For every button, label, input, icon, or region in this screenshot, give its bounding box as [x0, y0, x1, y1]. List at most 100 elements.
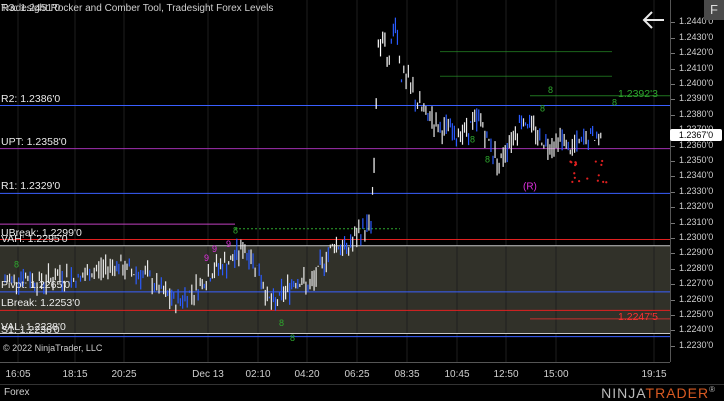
price-tick-mark — [671, 83, 675, 85]
price-tick-label: 1.2290'0 — [679, 247, 714, 258]
signal-marker: 9 — [226, 239, 231, 249]
level-label: S1: 1.2236'0 — [1, 323, 60, 336]
signal-marker: 8 — [470, 134, 475, 144]
signal-marker: 8 — [612, 98, 617, 108]
time-tick-label: 04:20 — [294, 369, 320, 380]
chart-window: 8 8 8 8 8 8 8 8 8 9 9 9 (R) Tradesight Rocker and Co… — [0, 0, 724, 401]
back-arrow-icon[interactable] — [640, 8, 666, 32]
level-label: R2: 1.2386'0 — [1, 92, 61, 105]
price-tick-mark — [671, 68, 675, 70]
signal-marker: 8 — [233, 225, 238, 235]
signal-marker: 8 — [548, 85, 553, 95]
signal-marker: 8 — [279, 318, 284, 328]
price-tick-mark — [671, 160, 675, 162]
time-tick-label: 18:15 — [62, 369, 88, 380]
price-tick-mark — [671, 330, 675, 332]
brand-suffix: TRADER — [645, 385, 710, 401]
signal-dot — [600, 163, 603, 166]
signal-dot — [571, 180, 574, 183]
signal-marker: 9 — [204, 253, 209, 263]
time-tick-label: 20:25 — [111, 369, 137, 380]
target-label: 1.2392'3 — [618, 87, 658, 100]
signal-dot — [586, 177, 589, 180]
price-tick-label: 1.2350'0 — [679, 154, 714, 165]
price-tick-mark — [671, 299, 675, 301]
instrument-tab[interactable]: Forex — [4, 387, 30, 398]
level-label: UPT: 1.2358'0 — [1, 135, 67, 148]
price-tick-label: 1.2340'0 — [679, 170, 714, 181]
price-tick-mark — [671, 345, 675, 347]
price-tick-label: 1.2230'0 — [679, 339, 714, 350]
signal-marker: 9 — [212, 244, 217, 254]
signal-marker: 8 — [540, 104, 545, 114]
brand-prefix: NINJA — [601, 385, 646, 401]
r3-level-label: R3: 1.2451'0 — [1, 2, 61, 14]
price-tick-mark — [671, 238, 675, 239]
price-tick-label: 1.2400'0 — [679, 77, 714, 88]
level-label: LBreak: 1.2253'0 — [1, 297, 81, 310]
price-tick-mark — [671, 268, 675, 270]
chart-plot-area[interactable]: 8 8 8 8 8 8 8 8 8 9 9 9 (R) Tradesight Rocker and Co… — [0, 0, 670, 362]
price-tick-mark — [671, 191, 675, 193]
level-label: R1: 1.2329'0 — [1, 180, 61, 193]
price-tick-mark — [671, 53, 675, 55]
signal-dot — [605, 181, 608, 184]
price-tick-mark — [671, 176, 675, 178]
signal-dot — [578, 180, 581, 183]
signal-marker: 8 — [14, 259, 19, 269]
time-axis[interactable]: 16:05 18:15 20:25 Dec 13 02:10 04:20 06:25 08:3… — [0, 362, 670, 385]
price-tick-mark — [671, 99, 675, 101]
time-tick-label: Dec 13 — [192, 369, 224, 380]
price-tick-mark — [671, 207, 675, 209]
price-chart-svg[interactable]: 88888888899 9(R) — [0, 0, 670, 362]
target-label: 1.2247'5 — [618, 310, 658, 323]
signal-dot — [574, 161, 577, 164]
price-tick-label: 1.2410'0 — [679, 62, 714, 73]
time-tick-label: 10:45 — [444, 369, 470, 380]
signal-dot — [601, 159, 604, 163]
signal-dot — [573, 172, 576, 175]
price-tick-label: 1.2320'0 — [679, 201, 714, 212]
time-tick-label: 06:25 — [344, 369, 370, 380]
signal-dot — [574, 163, 577, 167]
signal-marker: 8 — [485, 155, 490, 165]
current-price-marker: 1.2367'0 — [670, 128, 722, 141]
time-tick-label: 12:50 — [493, 369, 519, 380]
price-tick-label: 1.2250'0 — [679, 309, 714, 320]
price-tick-label: 1.2380'0 — [679, 108, 714, 119]
price-tick-mark — [671, 284, 675, 286]
price-tick-mark — [671, 22, 675, 24]
price-tick-mark — [671, 145, 675, 147]
time-tick-label: 15:00 — [543, 369, 569, 380]
time-tick-label: 16:05 — [5, 369, 31, 380]
signal-dot — [602, 180, 605, 183]
price-tick-label: 1.2330'0 — [679, 185, 714, 196]
ninjatrader-logo: NINJATRADER® — [601, 385, 716, 401]
level-label: Pivot: 1.2265'0 — [1, 278, 71, 291]
price-tick-label: 1.2280'0 — [679, 262, 714, 273]
price-tick-label: 1.2300'0 — [679, 232, 714, 242]
signal-dot — [594, 160, 597, 163]
signal-marker: 8 — [290, 333, 295, 343]
price-tick-mark — [671, 37, 675, 39]
time-tick-label: 02:10 — [245, 369, 271, 380]
price-tick-label: 1.2430'0 — [679, 31, 714, 42]
signal-dot — [573, 176, 576, 179]
r-marker: (R) — [523, 181, 537, 192]
price-tick-label: 1.2420'0 — [679, 47, 714, 58]
level-label: VAH: 1.2295'0 — [1, 232, 68, 245]
price-tick-mark — [671, 315, 675, 317]
price-tick-label: 1.2260'0 — [679, 293, 714, 304]
brand-mark: ® — [709, 385, 716, 394]
f-button[interactable]: F — [704, 0, 724, 20]
time-tick-label: 19:15 — [641, 369, 667, 380]
copyright-text: © 2022 NinjaTrader, LLC — [3, 343, 103, 353]
price-tick-mark — [671, 114, 675, 116]
price-axis[interactable]: 1.2440'0 1.2430'0 1.2420'0 1.2410'0 1.2400'0… — [670, 0, 724, 362]
time-tick-label: 08:35 — [394, 369, 420, 380]
price-tick-label: 1.2240'0 — [679, 324, 714, 335]
signal-dot — [597, 174, 600, 177]
price-tick-mark — [671, 222, 675, 224]
signal-dot — [569, 160, 572, 163]
price-tick-mark — [671, 253, 675, 255]
